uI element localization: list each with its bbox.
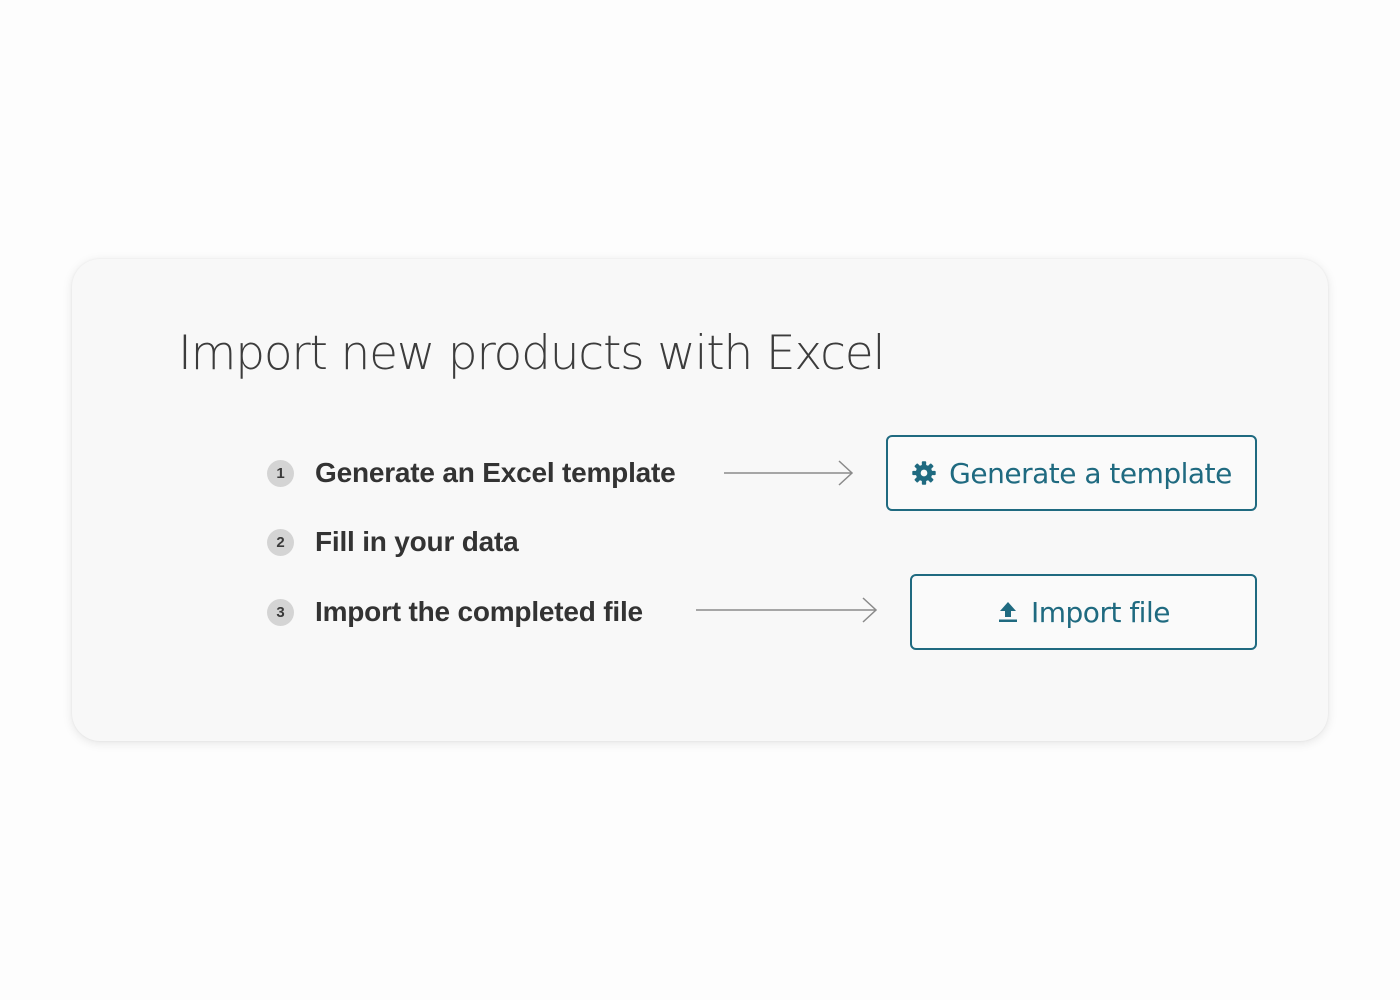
arrow-right-icon [696,597,878,623]
step-label: Generate an Excel template [315,457,676,488]
generate-template-label: Generate a template [949,456,1232,490]
import-card: Import new products with Excel 1 Generat… [72,259,1328,741]
gear-icon [911,460,937,486]
import-file-button[interactable]: Import file [910,574,1257,650]
generate-template-button[interactable]: Generate a template [886,435,1257,511]
step-number-badge: 1 [267,459,294,487]
arrow-right-icon [724,460,854,486]
step-label: Import the completed file [315,596,643,627]
import-file-label: Import file [1031,595,1170,629]
card-title: Import new products with Excel [178,326,886,381]
step-generate-template: 1 Generate an Excel template [267,453,676,493]
step-label: Fill in your data [315,526,519,557]
step-number-badge: 2 [267,528,294,556]
upload-icon [997,600,1019,624]
step-import-file: 3 Import the completed file [267,592,643,632]
step-number-badge: 3 [267,598,294,626]
step-fill-data: 2 Fill in your data [267,522,519,562]
